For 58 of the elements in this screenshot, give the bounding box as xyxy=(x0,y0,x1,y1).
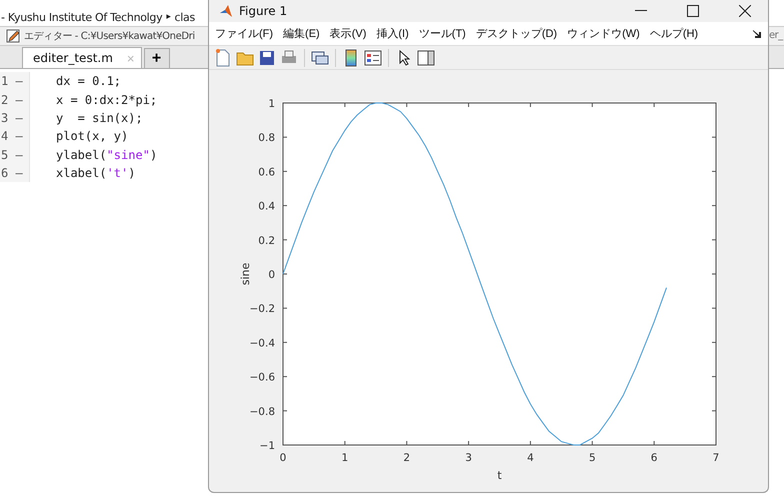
code-line: plot(x, y) xyxy=(56,129,128,144)
tick-label: 1 xyxy=(268,98,275,110)
pencil-icon xyxy=(6,29,20,43)
tick-label: 3 xyxy=(465,452,472,464)
add-tab-button[interactable]: + xyxy=(144,48,170,68)
y-axis-label: sine xyxy=(239,262,252,286)
tick-label: 7 xyxy=(712,452,720,464)
window-title: Figure 1 xyxy=(239,4,288,18)
menu-item[interactable]: ツール(T) xyxy=(418,26,466,42)
tick-label: −0.6 xyxy=(250,372,275,384)
menu-item[interactable]: 表示(V) xyxy=(330,26,366,42)
tab-label: er_ xyxy=(769,30,782,41)
separator-arrow: ▸ xyxy=(166,12,171,22)
tick-label: −0.4 xyxy=(250,337,275,350)
tab-label: editer_test.m xyxy=(33,51,113,65)
line-number: 6 — xyxy=(1,166,23,180)
legend-icon[interactable] xyxy=(363,48,383,68)
line-number: 2 — xyxy=(1,92,23,107)
line-number: 1 — xyxy=(1,74,23,88)
tick-label: 0 xyxy=(280,452,286,464)
tick-label: 6 xyxy=(650,452,658,464)
menu-item[interactable]: 編集(E) xyxy=(283,26,320,42)
matlab-logo-icon xyxy=(219,4,233,18)
dock-arrow-icon[interactable] xyxy=(753,30,762,38)
menu-item[interactable]: 挿入(I) xyxy=(376,26,409,42)
maximize-icon[interactable] xyxy=(687,5,699,17)
line-number: 4 — xyxy=(1,129,23,144)
menu-item[interactable]: ウィンドウ(W) xyxy=(567,26,640,42)
line-number: 5 — xyxy=(1,148,23,162)
tick-label: −0.2 xyxy=(250,303,275,316)
code-line: y = sin(x); xyxy=(56,110,143,125)
tick-label: 0.6 xyxy=(258,166,275,178)
minimize-icon[interactable] xyxy=(635,10,647,12)
tick-label: 0 xyxy=(268,269,275,281)
editor-title: エディター - C:¥Users¥kawat¥OneDri xyxy=(24,30,195,43)
breadcrumb-link[interactable]: clas xyxy=(174,10,195,24)
tick-label: 0.4 xyxy=(258,200,275,213)
tick-label: 2 xyxy=(403,452,410,464)
code-line: dx = 0.1; xyxy=(56,74,122,88)
tick-label: 4 xyxy=(527,452,534,464)
line-number: 3 — xyxy=(1,110,23,125)
close-icon[interactable] xyxy=(739,5,751,17)
menu-item[interactable]: ファイル(F) xyxy=(215,26,274,42)
code-line: xlabel('t') xyxy=(56,166,136,180)
tick-label: 5 xyxy=(588,452,596,464)
tick-label: 0.2 xyxy=(258,234,275,247)
menu-item[interactable]: デスクトップ(D) xyxy=(476,26,558,42)
file-tab[interactable]: editer_test.m × xyxy=(22,47,142,68)
panel-icon[interactable] xyxy=(416,48,436,68)
tick-label: −1 xyxy=(260,440,275,452)
x-axis-label: t xyxy=(497,469,502,482)
code-line: x = 0:dx:2*pi; xyxy=(56,92,158,107)
tick-label: 0.8 xyxy=(258,132,275,144)
tick-label: 1 xyxy=(342,452,348,464)
menu-item[interactable]: ヘルプ(H) xyxy=(650,26,698,42)
breadcrumb-text: - Kyushu Institute Of Technolgy xyxy=(1,10,162,24)
tick-label: −0.8 xyxy=(250,406,275,418)
code-line: ylabel("sine") xyxy=(56,148,158,162)
